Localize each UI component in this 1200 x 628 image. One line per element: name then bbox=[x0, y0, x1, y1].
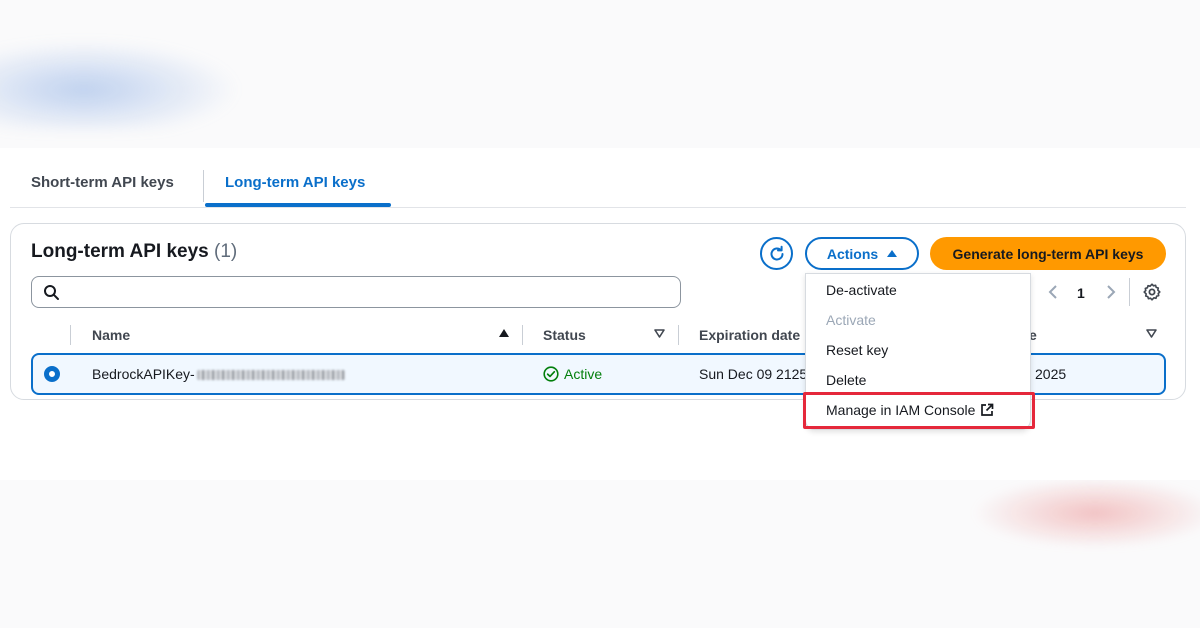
sort-ascending-icon[interactable] bbox=[499, 329, 509, 337]
menu-item-manage-in-iam-console-label: Manage in IAM Console bbox=[826, 402, 976, 418]
key-name-cell: BedrockAPIKey- bbox=[92, 366, 345, 382]
menu-item-manage-in-iam-console[interactable]: Manage in IAM Console bbox=[826, 402, 994, 418]
search-icon bbox=[44, 285, 59, 300]
gear-icon[interactable] bbox=[1142, 282, 1162, 302]
column-header-name[interactable]: Name bbox=[92, 327, 130, 343]
menu-item-deactivate[interactable]: De-activate bbox=[826, 282, 897, 298]
page-number[interactable]: 1 bbox=[1077, 285, 1085, 301]
row-select-radio[interactable] bbox=[44, 366, 60, 382]
table-count: (1) bbox=[214, 241, 238, 262]
column-header-status[interactable]: Status bbox=[543, 327, 586, 343]
caret-up-icon bbox=[887, 250, 898, 257]
last-used-date-cell: 2025 bbox=[1035, 366, 1067, 382]
pager-divider bbox=[1129, 278, 1130, 306]
table-title-text: Long-term API keys bbox=[31, 241, 209, 262]
tab-bar: Short-term API keys Long-term API keys bbox=[10, 148, 1186, 208]
column-divider bbox=[678, 325, 679, 345]
status-cell: Active bbox=[543, 366, 602, 382]
refresh-button[interactable] bbox=[760, 237, 793, 270]
generate-long-term-api-keys-button[interactable]: Generate long-term API keys bbox=[930, 237, 1166, 270]
expiration-date-cell: Sun Dec 09 2125 bbox=[699, 366, 808, 382]
menu-item-delete[interactable]: Delete bbox=[826, 372, 866, 388]
status-text: Active bbox=[564, 366, 603, 382]
key-name-prefix: BedrockAPIKey- bbox=[92, 366, 195, 382]
sort-descending-icon[interactable] bbox=[1146, 329, 1157, 338]
masked-key-id bbox=[196, 370, 345, 381]
chevron-left-icon[interactable] bbox=[1047, 284, 1059, 300]
actions-button[interactable]: Actions bbox=[805, 237, 919, 270]
search-field[interactable] bbox=[31, 276, 681, 308]
active-tab-indicator bbox=[205, 203, 391, 207]
search-input[interactable] bbox=[66, 281, 666, 303]
blurred-background-button bbox=[975, 478, 1200, 548]
actions-dropdown-menu: De-activate Activate Reset key Delete Ma… bbox=[805, 273, 1031, 430]
check-circle-icon bbox=[543, 366, 559, 382]
tab-divider bbox=[203, 170, 204, 202]
column-divider bbox=[70, 325, 71, 345]
chevron-right-icon[interactable] bbox=[1105, 284, 1117, 300]
tab-short-term-api-keys[interactable]: Short-term API keys bbox=[31, 174, 174, 191]
table-title: Long-term API keys (1) bbox=[31, 241, 237, 263]
tab-long-term-api-keys[interactable]: Long-term API keys bbox=[225, 174, 365, 191]
sort-descending-icon[interactable] bbox=[654, 329, 665, 338]
menu-item-reset-key[interactable]: Reset key bbox=[826, 342, 888, 358]
column-divider bbox=[522, 325, 523, 345]
external-link-icon bbox=[981, 403, 994, 416]
menu-item-activate: Activate bbox=[826, 312, 876, 328]
actions-button-label: Actions bbox=[826, 245, 879, 262]
column-header-expiration-date[interactable]: Expiration date bbox=[699, 327, 800, 343]
blurred-background-header bbox=[0, 40, 240, 130]
refresh-icon bbox=[770, 245, 783, 260]
